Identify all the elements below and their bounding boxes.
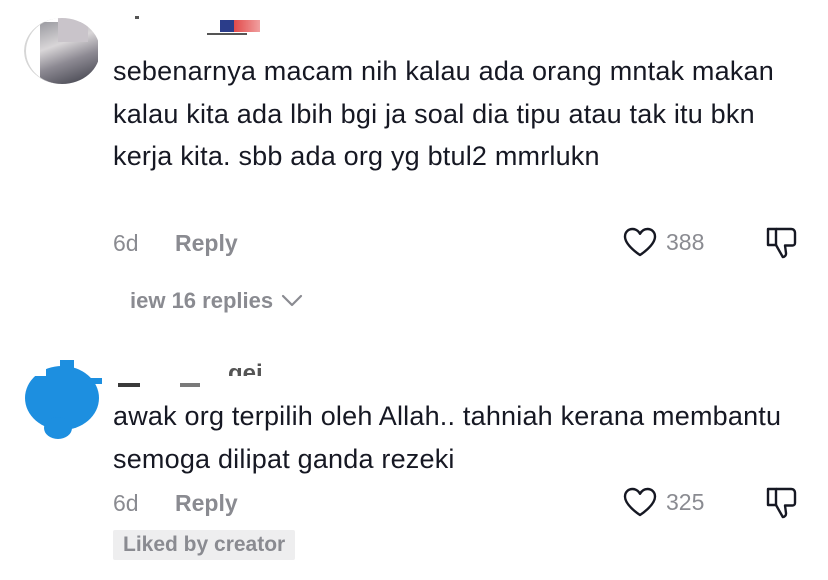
comment-2-avatar[interactable] — [14, 360, 104, 440]
liked-by-creator-badge: Liked by creator — [113, 530, 296, 560]
comment-2-reply-button[interactable]: Reply — [175, 490, 238, 517]
comment-1-username-flag — [220, 20, 260, 32]
comment-1-timestamp: 6d — [113, 230, 139, 256]
comment-1-like-button[interactable]: 388 — [622, 226, 704, 258]
comment-2-like-count: 325 — [666, 488, 705, 515]
comment-2-username[interactable]: gei — [228, 362, 263, 376]
comment-1-text: sebenarnya macam nih kalau ada orang mnt… — [113, 56, 774, 171]
comment-1-view-replies[interactable]: iew 16 replies — [130, 288, 305, 314]
comment-2-timestamp: 6d — [113, 490, 139, 516]
comment-1-reply-button[interactable]: Reply — [175, 230, 238, 257]
comment-2-username-fragment — [180, 383, 200, 387]
comment-1-like-count: 388 — [666, 228, 705, 255]
comment-1-avatar[interactable] — [24, 18, 100, 84]
comment-2-username-fragment — [118, 383, 140, 387]
view-replies-label: iew 16 replies — [130, 288, 274, 313]
comment-1-username-fragment — [135, 16, 139, 19]
heart-outline-icon — [623, 227, 657, 257]
comment-2-like-button[interactable]: 325 — [622, 486, 704, 518]
chevron-down-icon — [281, 294, 303, 307]
heart-outline-icon — [623, 487, 657, 517]
avatar-ring — [24, 18, 100, 84]
comment-2-text: awak org terpilih oleh Allah.. tahniah k… — [113, 401, 782, 474]
thumbs-down-icon[interactable] — [764, 485, 800, 521]
thumbs-down-icon[interactable] — [764, 225, 800, 261]
comment-1-username-fragment — [207, 33, 247, 35]
